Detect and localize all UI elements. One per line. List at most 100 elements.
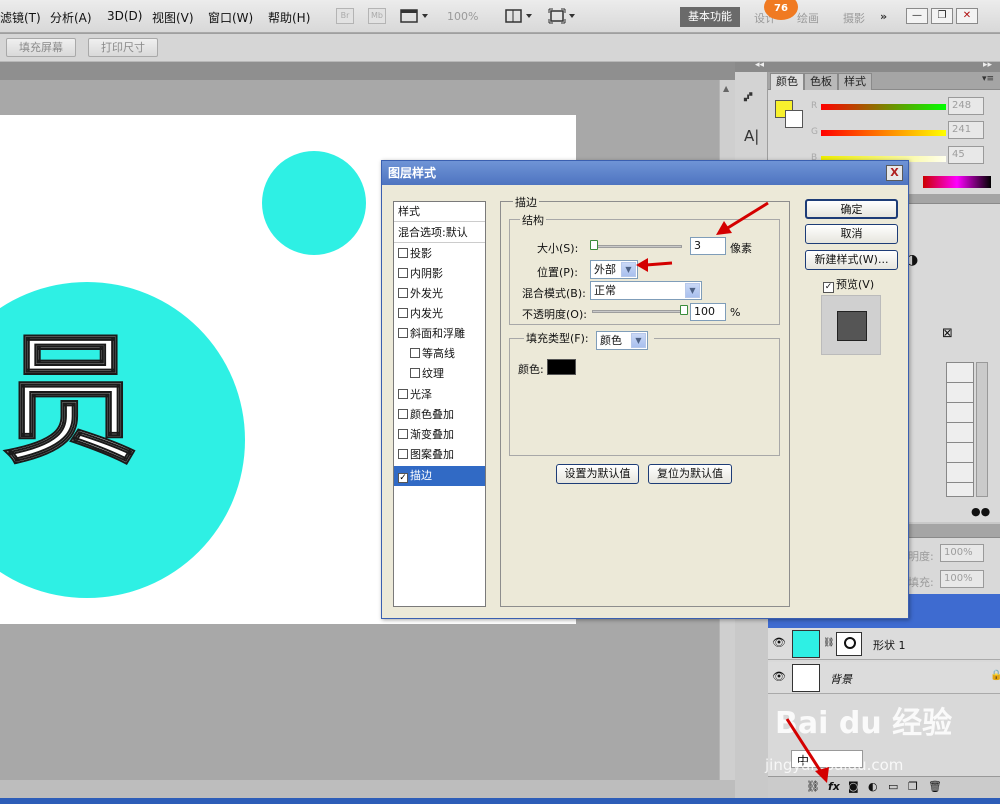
visibility-eye-icon[interactable]: 👁: [772, 636, 786, 649]
ok-button[interactable]: 确定: [805, 199, 898, 219]
chevron-down-icon[interactable]: ▼: [631, 333, 646, 348]
arrange-icon[interactable]: [505, 8, 535, 24]
character-icon[interactable]: A|: [744, 127, 759, 145]
panel-menu-icon[interactable]: ▾≡: [982, 74, 994, 84]
new-group-icon[interactable]: ▭: [888, 780, 898, 793]
style-inner-shadow[interactable]: 内阴影: [394, 264, 485, 284]
menu-filter[interactable]: 滤镜(T): [0, 9, 41, 26]
position-dropdown[interactable]: 外部 ▼: [590, 260, 638, 279]
dialog-close-button[interactable]: X: [886, 165, 903, 181]
opacity-slider-track[interactable]: [592, 310, 688, 313]
preset-list[interactable]: [946, 362, 974, 497]
workspace-essentials-button[interactable]: 基本功能: [680, 7, 740, 27]
style-stroke[interactable]: ✓ 描边: [394, 466, 485, 486]
size-slider-track[interactable]: [592, 245, 682, 248]
mini-bridge-icon[interactable]: Mb: [368, 8, 386, 24]
add-mask-icon[interactable]: ◙: [848, 780, 859, 793]
brush-icon[interactable]: ⑇: [744, 89, 752, 105]
b-value-input[interactable]: 45: [948, 146, 984, 164]
size-slider-thumb[interactable]: [590, 240, 598, 250]
tab-swatches[interactable]: 色板: [804, 73, 838, 90]
texture-checkbox[interactable]: [410, 368, 420, 378]
visibility-eye-icon[interactable]: 👁: [772, 670, 786, 683]
menu-view[interactable]: 视图(V): [152, 9, 194, 26]
fill-screen-button[interactable]: 填充屏幕: [6, 38, 76, 57]
fill-type-dropdown[interactable]: 颜色 ▼: [596, 331, 648, 350]
workspace-more-button[interactable]: »: [880, 10, 887, 23]
style-inner-glow[interactable]: 内发光: [394, 304, 485, 324]
chevron-down-icon[interactable]: ▼: [685, 283, 700, 298]
color-overlay-checkbox[interactable]: [398, 409, 408, 419]
preset-scrollbar[interactable]: [976, 362, 988, 497]
r-value-input[interactable]: 248: [948, 97, 984, 115]
blend-mode-dropdown[interactable]: 正常 ▼: [590, 281, 702, 300]
menu-analysis[interactable]: 分析(A): [50, 9, 92, 26]
pattern-overlay-checkbox[interactable]: [398, 449, 408, 459]
style-bevel-emboss[interactable]: 斜面和浮雕: [394, 324, 485, 344]
color-ramp[interactable]: [923, 176, 991, 188]
satin-checkbox[interactable]: [398, 389, 408, 399]
inner-shadow-checkbox[interactable]: [398, 268, 408, 278]
expand-icon[interactable]: ▸▸: [983, 60, 992, 70]
r-slider[interactable]: [821, 104, 946, 110]
style-list-header[interactable]: 样式: [394, 202, 485, 222]
delete-layer-icon[interactable]: 🗑: [928, 780, 942, 793]
gradient-overlay-checkbox[interactable]: [398, 429, 408, 439]
mask-icon[interactable]: ⊠: [942, 326, 953, 341]
clip-icon[interactable]: ●●: [971, 505, 990, 518]
stroke-color-swatch[interactable]: [547, 359, 576, 375]
zoom-level[interactable]: 100%: [447, 10, 478, 23]
opacity-slider-thumb[interactable]: [680, 305, 688, 315]
preview-checkbox[interactable]: ✓: [823, 282, 834, 293]
reset-default-button[interactable]: 复位为默认值: [648, 464, 732, 484]
screen-mode-icon[interactable]: [400, 8, 430, 24]
bridge-icon[interactable]: Br: [336, 8, 354, 24]
layer-row[interactable]: 👁 背景 🔒: [768, 662, 1000, 694]
restore-icon[interactable]: ❐: [931, 8, 953, 24]
g-slider[interactable]: [821, 130, 946, 136]
style-outer-glow[interactable]: 外发光: [394, 284, 485, 304]
layer-opacity-input[interactable]: 100%: [940, 544, 984, 562]
workspace-painting[interactable]: 绘画: [797, 10, 819, 26]
blending-options[interactable]: 混合选项:默认: [394, 223, 485, 243]
background-color-swatch[interactable]: [785, 110, 803, 128]
opacity-input[interactable]: 100: [690, 303, 726, 321]
style-gradient-overlay[interactable]: 渐变叠加: [394, 425, 485, 445]
style-contour[interactable]: 等高线: [394, 344, 485, 364]
print-size-button[interactable]: 打印尺寸: [88, 38, 158, 57]
menu-help[interactable]: 帮助(H): [268, 9, 310, 26]
style-preview-swatch: [837, 311, 867, 341]
set-default-button[interactable]: 设置为默认值: [556, 464, 639, 484]
style-pattern-overlay[interactable]: 图案叠加: [394, 445, 485, 465]
cancel-button[interactable]: 取消: [805, 224, 898, 244]
layer-row[interactable]: 👁 ⛓ 形状 1: [768, 628, 1000, 660]
tab-color[interactable]: 颜色: [770, 73, 804, 90]
layer-fill-input[interactable]: 100%: [940, 570, 984, 588]
g-value-input[interactable]: 241: [948, 121, 984, 139]
menu-3d[interactable]: 3D(D): [107, 9, 142, 23]
inner-glow-checkbox[interactable]: [398, 308, 408, 318]
layer-name[interactable]: 形状 1: [873, 637, 906, 653]
layer-fill-label: 填充:: [908, 576, 934, 589]
layer-name[interactable]: 背景: [830, 671, 852, 687]
preview-option[interactable]: ✓ 预览(V): [823, 276, 874, 293]
stroke-checkbox[interactable]: ✓: [398, 473, 408, 483]
close-icon[interactable]: ✕: [956, 8, 978, 24]
screen-toggle-icon[interactable]: [548, 8, 578, 24]
style-texture[interactable]: 纹理: [394, 364, 485, 384]
workspace-photography[interactable]: 摄影: [843, 10, 865, 26]
minimize-icon[interactable]: —: [906, 8, 928, 24]
new-layer-icon[interactable]: ❐: [908, 780, 918, 793]
contour-checkbox[interactable]: [410, 348, 420, 358]
tab-styles[interactable]: 样式: [838, 73, 872, 90]
menu-window[interactable]: 窗口(W): [208, 9, 253, 26]
style-drop-shadow[interactable]: 投影: [394, 244, 485, 264]
adjustment-layer-icon[interactable]: ◐: [868, 780, 878, 793]
collapse-icon[interactable]: ◂◂: [755, 60, 764, 70]
style-color-overlay[interactable]: 颜色叠加: [394, 405, 485, 425]
new-style-button[interactable]: 新建样式(W)...: [805, 250, 898, 270]
drop-shadow-checkbox[interactable]: [398, 248, 408, 258]
outer-glow-checkbox[interactable]: [398, 288, 408, 298]
style-satin[interactable]: 光泽: [394, 385, 485, 405]
bevel-emboss-checkbox[interactable]: [398, 328, 408, 338]
